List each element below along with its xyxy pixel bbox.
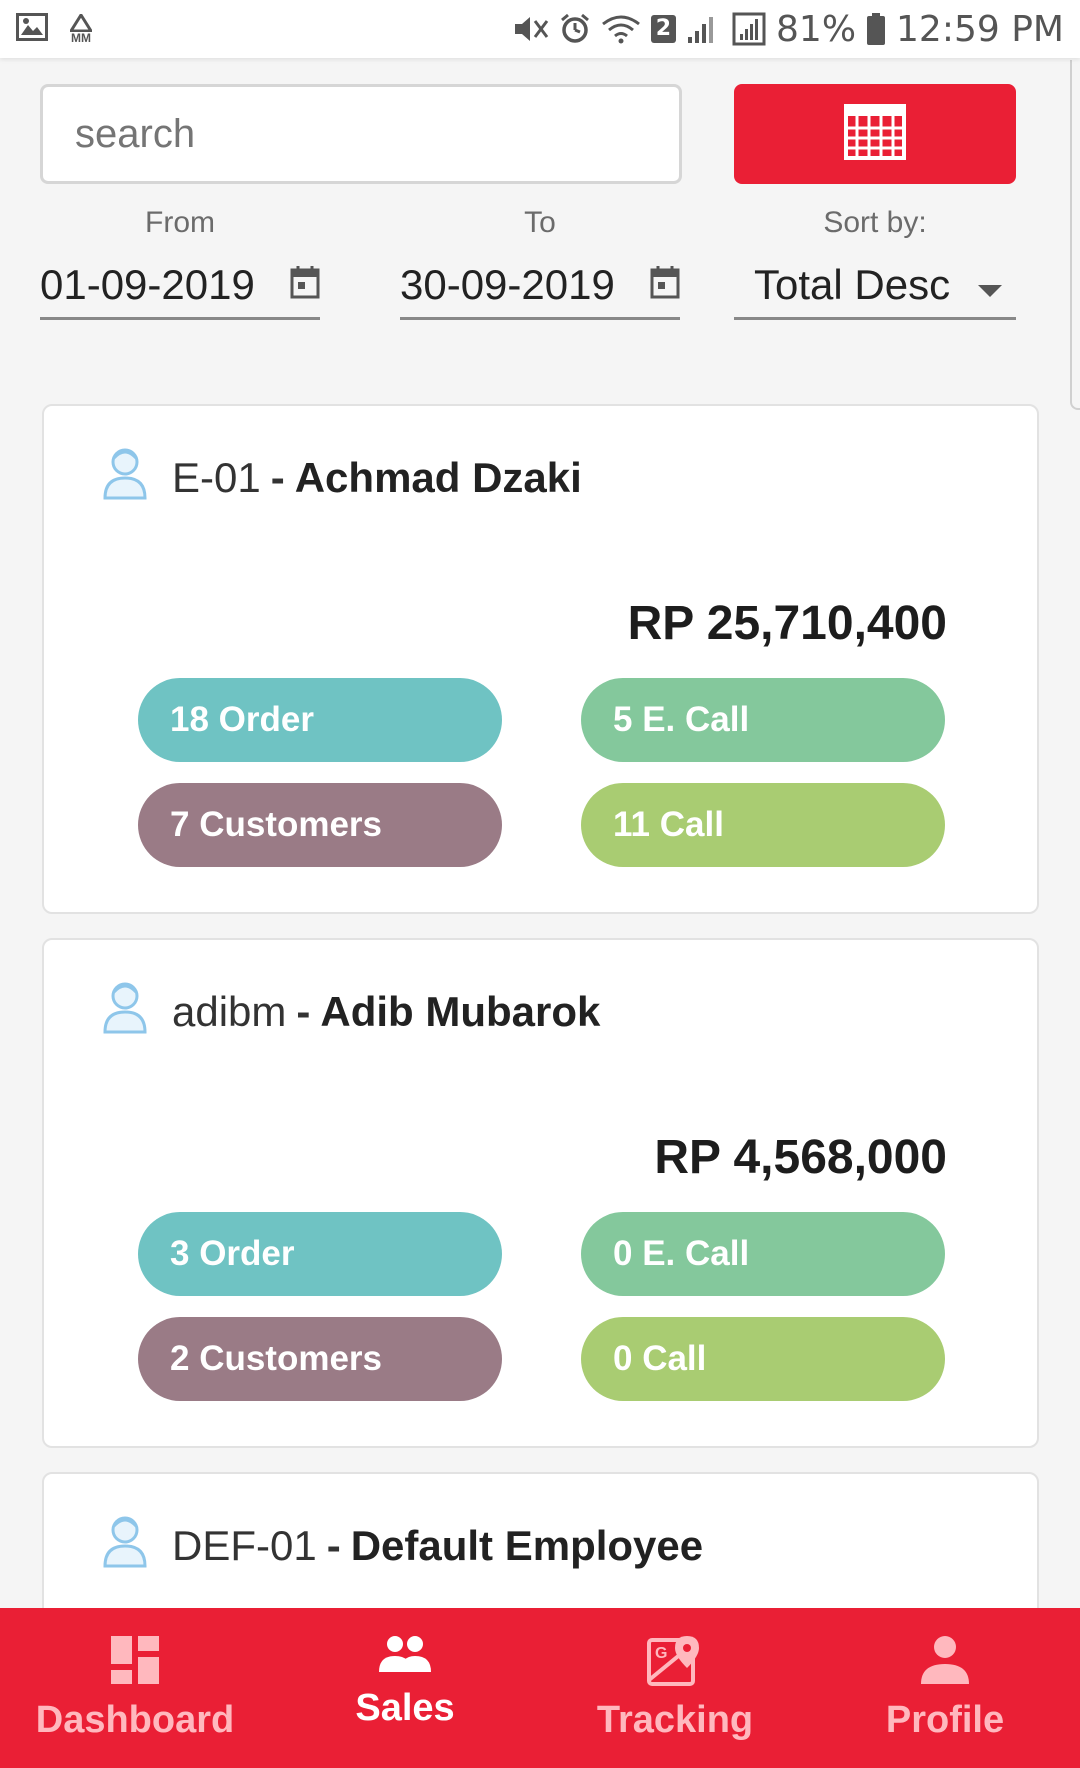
to-date-filter[interactable]: To 30-09-2019 — [400, 206, 680, 330]
customer-count-pill[interactable]: 7 Customers — [138, 783, 502, 867]
from-date-field[interactable]: 01-09-2019 — [40, 260, 320, 320]
nav-label-sales: Sales — [355, 1687, 455, 1729]
user-avatar-icon — [102, 446, 148, 510]
employee-code: adibm — [172, 988, 287, 1035]
employee-header: DEF-01- Default Employee — [102, 1514, 703, 1578]
sim-badge: 2 — [650, 15, 677, 43]
sales-total: RP 4,568,000 — [654, 1131, 947, 1184]
date-picker-icon — [290, 261, 320, 309]
nav-label-profile: Profile — [885, 1699, 1005, 1741]
call-count-pill[interactable]: 0 Call — [581, 1317, 945, 1401]
employee-separator: - — [296, 988, 311, 1035]
nav-label-tracking: Tracking — [596, 1699, 754, 1741]
employee-separator: - — [326, 1522, 341, 1569]
employee-name: Default Employee — [350, 1522, 704, 1569]
dashboard-icon — [109, 1634, 161, 1691]
wifi-icon — [601, 14, 641, 44]
order-count-pill[interactable]: 3 Order — [138, 1212, 502, 1296]
svg-text:G: G — [655, 1645, 667, 1662]
nav-label-dashboard: Dashboard — [35, 1699, 235, 1741]
date-picker-icon — [650, 261, 680, 309]
status-bar: MM 2 81% 12:59 PM — [0, 0, 1080, 58]
employee-code: DEF-01 — [172, 1522, 317, 1569]
search-box[interactable] — [40, 84, 682, 184]
call-count-pill[interactable]: 11 Call — [581, 783, 945, 867]
sort-filter[interactable]: Sort by: Total Desc — [734, 206, 1016, 330]
sort-value: Total Desc — [754, 260, 951, 308]
calendar-button[interactable] — [734, 84, 1016, 184]
alarm-icon — [559, 13, 591, 45]
employee-name: Adib Mubarok — [320, 988, 601, 1035]
to-date-value: 30-09-2019 — [400, 260, 615, 308]
calendar-grid-icon — [844, 103, 906, 165]
sales-total: RP 25,710,400 — [627, 597, 947, 650]
bottom-nav: Dashboard Sales G Tracking Profile — [0, 1608, 1080, 1768]
employee-header: adibm - Adib Mubarok — [102, 980, 600, 1044]
map-icon: G — [647, 1634, 703, 1691]
employee-separator: - — [270, 454, 285, 501]
signal-icon — [686, 13, 722, 45]
nav-item-profile[interactable]: Profile — [810, 1608, 1080, 1768]
to-date-field[interactable]: 30-09-2019 — [400, 260, 680, 320]
person-icon — [919, 1634, 971, 1691]
user-avatar-icon — [102, 980, 148, 1044]
employee-card[interactable]: adibm - Adib Mubarok RP 4,568,000 3 Order … — [42, 938, 1039, 1448]
mute-icon — [513, 13, 549, 45]
from-date-filter[interactable]: From 01-09-2019 — [40, 206, 320, 330]
carrier-icon: MM — [70, 14, 92, 44]
clock: 12:59 PM — [896, 8, 1064, 50]
employee-name: Achmad Dzaki — [294, 454, 582, 501]
effective-call-pill[interactable]: 0 E. Call — [581, 1212, 945, 1296]
scroll-indicator — [1070, 60, 1080, 410]
battery-percent: 81% — [776, 8, 857, 50]
employee-code: E-01 — [172, 454, 261, 501]
customer-count-pill[interactable]: 2 Customers — [138, 1317, 502, 1401]
from-date-value: 01-09-2019 — [40, 260, 255, 308]
sort-select[interactable]: Total Desc — [734, 260, 1016, 320]
nav-item-sales[interactable]: Sales — [270, 1608, 540, 1768]
battery-icon — [866, 12, 886, 46]
carrier-badge: MM — [71, 31, 91, 45]
nav-item-dashboard[interactable]: Dashboard — [0, 1608, 270, 1768]
dropdown-arrow-icon — [976, 261, 1004, 309]
people-icon — [377, 1634, 433, 1679]
signal-box-icon — [732, 12, 766, 46]
effective-call-pill[interactable]: 5 E. Call — [581, 678, 945, 762]
status-right: 2 81% 12:59 PM — [513, 9, 1064, 50]
search-input[interactable] — [75, 111, 647, 157]
nav-item-tracking[interactable]: G Tracking — [540, 1608, 810, 1768]
to-label: To — [524, 206, 556, 239]
user-avatar-icon — [102, 1514, 148, 1578]
employee-header: E-01- Achmad Dzaki — [102, 446, 582, 510]
image-notification-icon — [16, 12, 48, 46]
status-left: MM — [16, 12, 92, 46]
order-count-pill[interactable]: 18 Order — [138, 678, 502, 762]
from-label: From — [145, 206, 215, 239]
employee-card[interactable]: E-01- Achmad Dzaki RP 25,710,400 18 Order… — [42, 404, 1039, 914]
sort-label: Sort by: — [823, 206, 927, 239]
